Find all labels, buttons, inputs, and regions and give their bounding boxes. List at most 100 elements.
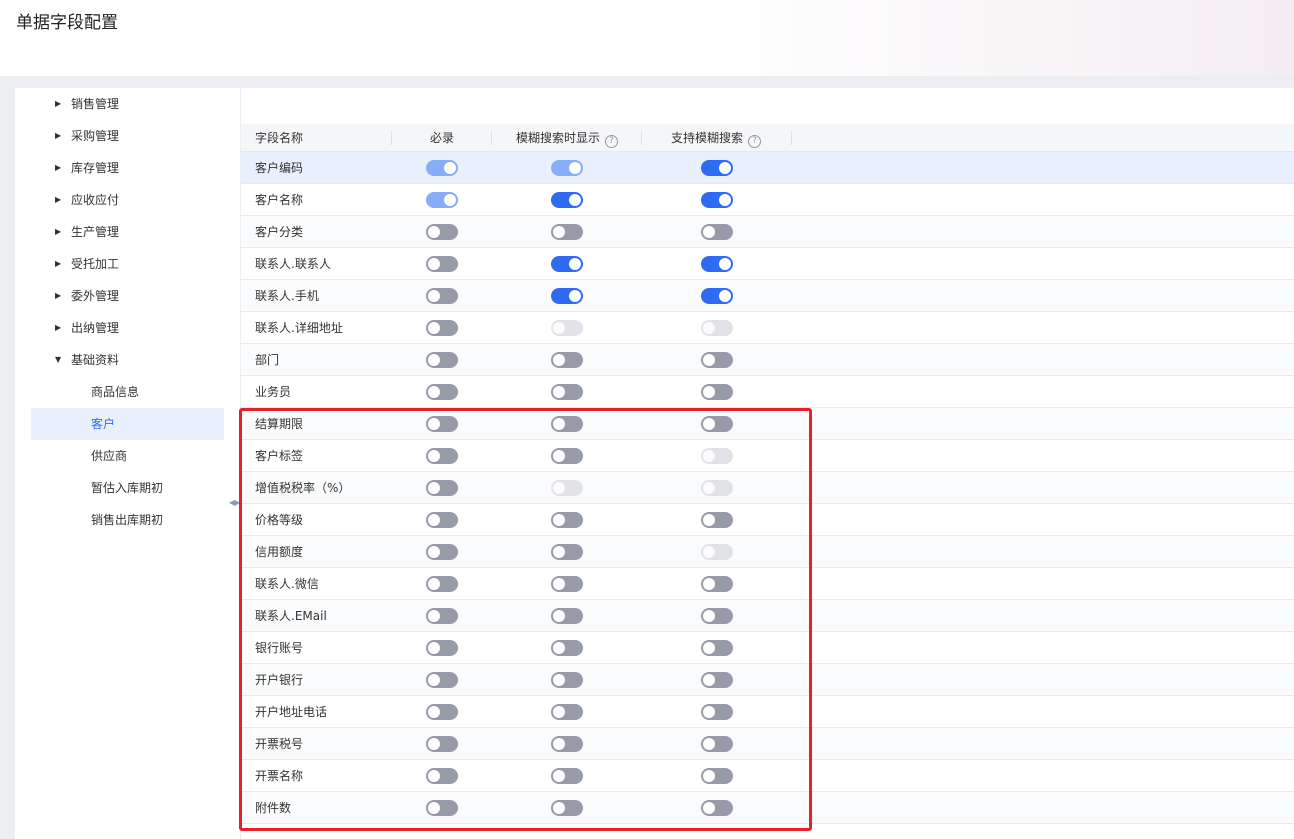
fuzzy-search-toggle[interactable]: [701, 352, 733, 368]
fuzzy-search-toggle[interactable]: [701, 768, 733, 784]
required-toggle[interactable]: [426, 224, 458, 240]
sidebar-item-label: 基础资料: [71, 353, 120, 367]
required-toggle[interactable]: [426, 672, 458, 688]
fuzzy-search-toggle[interactable]: [701, 800, 733, 816]
fuzzy-search-toggle[interactable]: [701, 192, 733, 208]
fuzzy-display-toggle[interactable]: [551, 544, 583, 560]
required-toggle[interactable]: [426, 576, 458, 592]
fuzzy-search-toggle: [701, 544, 733, 560]
sidebar-item[interactable]: ▶ 委外管理: [31, 280, 224, 312]
header-divider: [791, 131, 792, 145]
help-icon[interactable]: ?: [748, 135, 762, 148]
required-toggle[interactable]: [426, 320, 458, 336]
fuzzy-display-toggle[interactable]: [551, 416, 583, 432]
fuzzy-search-toggle[interactable]: [701, 416, 733, 432]
sidebar-item[interactable]: 客户: [31, 408, 224, 440]
fuzzy-display-toggle[interactable]: [551, 736, 583, 752]
fuzzy-search-toggle[interactable]: [701, 384, 733, 400]
sidebar-item[interactable]: 供应商: [31, 440, 224, 472]
sidebar-item[interactable]: ▶ 应收应付: [31, 184, 224, 216]
table-row: 联系人.手机: [241, 280, 1294, 312]
sidebar-collapse-toggle[interactable]: ◀▶: [229, 496, 251, 510]
table-body: 客户编码 客户名称 客户分类 联系人.联系人 联系人.手机 联系人.详细地址 部门 业务员 结算…: [241, 152, 1294, 824]
fuzzy-display-toggle[interactable]: [551, 768, 583, 784]
field-name: 联系人.详细地址: [255, 321, 343, 335]
sidebar-item-label: 商品信息: [91, 385, 140, 399]
fuzzy-search-toggle[interactable]: [701, 256, 733, 272]
sidebar-item[interactable]: ▶ 销售管理: [31, 88, 224, 120]
fuzzy-search-toggle[interactable]: [701, 224, 733, 240]
required-toggle[interactable]: [426, 352, 458, 368]
table-row: 附件数: [241, 792, 1294, 824]
fuzzy-display-toggle[interactable]: [551, 384, 583, 400]
sidebar-item-label: 委外管理: [71, 289, 120, 303]
sidebar-item[interactable]: 商品信息: [31, 376, 224, 408]
fuzzy-display-toggle[interactable]: [551, 288, 583, 304]
required-toggle[interactable]: [426, 416, 458, 432]
fuzzy-search-toggle[interactable]: [701, 736, 733, 752]
fuzzy-display-toggle[interactable]: [551, 640, 583, 656]
required-toggle[interactable]: [426, 768, 458, 784]
sidebar-item[interactable]: ▼ 基础资料: [31, 344, 224, 376]
required-toggle[interactable]: [426, 160, 458, 176]
fuzzy-search-toggle[interactable]: [701, 288, 733, 304]
required-toggle[interactable]: [426, 192, 458, 208]
fuzzy-display-toggle[interactable]: [551, 576, 583, 592]
fuzzy-search-toggle[interactable]: [701, 672, 733, 688]
fuzzy-display-toggle: [551, 480, 583, 496]
fuzzy-search-toggle[interactable]: [701, 608, 733, 624]
fuzzy-search-toggle[interactable]: [701, 160, 733, 176]
fuzzy-display-toggle[interactable]: [551, 672, 583, 688]
required-toggle[interactable]: [426, 736, 458, 752]
field-name: 信用额度: [255, 545, 304, 559]
fuzzy-search-toggle[interactable]: [701, 704, 733, 720]
caret-right-icon: ▶: [55, 259, 62, 268]
sidebar-item[interactable]: ▶ 采购管理: [31, 120, 224, 152]
fuzzy-display-toggle[interactable]: [551, 608, 583, 624]
fuzzy-search-toggle: [701, 448, 733, 464]
fuzzy-display-toggle[interactable]: [551, 224, 583, 240]
field-name: 开户地址电话: [255, 705, 328, 719]
fuzzy-display-toggle[interactable]: [551, 256, 583, 272]
required-toggle[interactable]: [426, 256, 458, 272]
header-fuzzy-display-label: 模糊搜索时显示: [516, 131, 601, 145]
fuzzy-display-toggle[interactable]: [551, 160, 583, 176]
required-toggle[interactable]: [426, 608, 458, 624]
sidebar-item[interactable]: ▶ 生产管理: [31, 216, 224, 248]
sidebar-item[interactable]: 销售出库期初: [31, 504, 224, 536]
table-row: 客户标签: [241, 440, 1294, 472]
fuzzy-display-toggle[interactable]: [551, 448, 583, 464]
required-toggle[interactable]: [426, 800, 458, 816]
fuzzy-display-toggle[interactable]: [551, 704, 583, 720]
sidebar: ▶ 销售管理 ▶ 采购管理 ▶ 库存管理 ▶ 应收应付 ▶ 生产管理 ▶ 受托加工 ▶ 委外管理 ▶ 出纳管理…: [15, 88, 240, 839]
sidebar-item[interactable]: ▶ 库存管理: [31, 152, 224, 184]
required-toggle[interactable]: [426, 288, 458, 304]
sidebar-item[interactable]: 暂估入库期初: [31, 472, 224, 504]
fuzzy-display-toggle[interactable]: [551, 192, 583, 208]
fuzzy-display-toggle[interactable]: [551, 352, 583, 368]
required-toggle[interactable]: [426, 544, 458, 560]
table-row: 部门: [241, 344, 1294, 376]
sidebar-item[interactable]: ▶ 受托加工: [31, 248, 224, 280]
caret-down-icon: ▼: [55, 355, 62, 364]
table-row: 客户名称: [241, 184, 1294, 216]
header-required: 必录: [430, 131, 455, 145]
required-toggle[interactable]: [426, 384, 458, 400]
fuzzy-search-toggle[interactable]: [701, 512, 733, 528]
required-toggle[interactable]: [426, 640, 458, 656]
caret-right-icon: ▶: [55, 99, 62, 108]
help-icon[interactable]: ?: [605, 135, 619, 148]
field-name: 客户标签: [255, 449, 304, 463]
fuzzy-search-toggle[interactable]: [701, 640, 733, 656]
required-toggle[interactable]: [426, 480, 458, 496]
required-toggle[interactable]: [426, 512, 458, 528]
sidebar-item[interactable]: ▶ 出纳管理: [31, 312, 224, 344]
fuzzy-search-toggle[interactable]: [701, 576, 733, 592]
required-toggle[interactable]: [426, 704, 458, 720]
field-name: 开票税号: [255, 737, 304, 751]
fuzzy-display-toggle[interactable]: [551, 512, 583, 528]
required-toggle[interactable]: [426, 448, 458, 464]
fuzzy-display-toggle[interactable]: [551, 800, 583, 816]
header-fuzzy-display: 模糊搜索时显示?: [516, 124, 619, 152]
header-divider: [491, 131, 492, 145]
